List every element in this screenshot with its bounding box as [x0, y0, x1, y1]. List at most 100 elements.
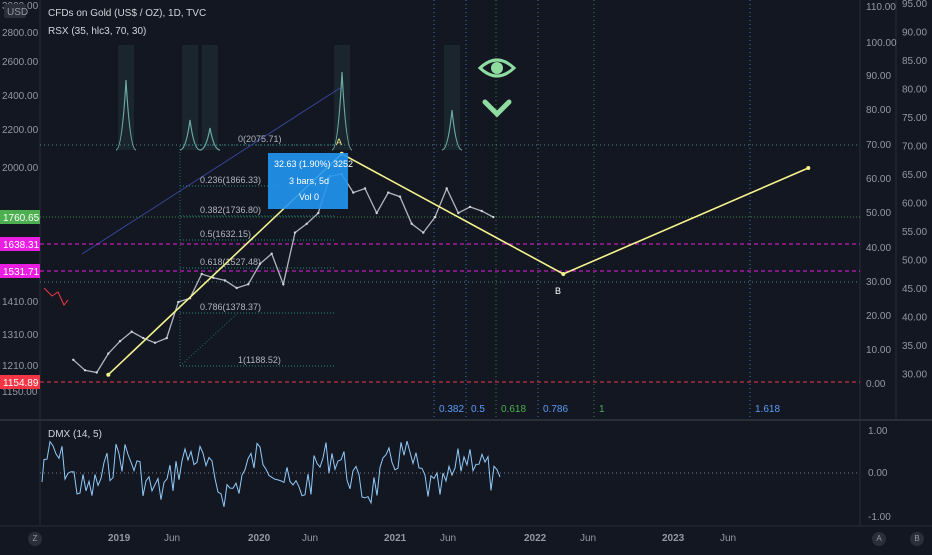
- price-point: [165, 336, 168, 340]
- price-point: [410, 222, 413, 225]
- price-point: [422, 231, 425, 234]
- rsx-outer-axis-tick: 95.00: [902, 0, 927, 10]
- price-axis-tick: 2200.00: [2, 125, 39, 136]
- fib-time-label: 0.618: [501, 404, 526, 415]
- price-point: [352, 191, 355, 194]
- price-point: [398, 195, 402, 198]
- price-point: [83, 369, 87, 372]
- price-point: [492, 215, 495, 219]
- price-badge-label: 1760.65: [3, 213, 40, 224]
- rsx-axis-tick: 50.00: [866, 208, 891, 219]
- time-axis-tick: 2020: [248, 533, 271, 544]
- fib-time-label: 1.618: [755, 404, 780, 415]
- fib-level-label: 0.382(1736.80): [200, 205, 261, 215]
- price-point: [235, 286, 238, 290]
- rsx-outer-axis-tick: 90.00: [902, 28, 927, 39]
- price-point: [457, 211, 460, 215]
- rsx-axis-tick: 100.00: [866, 38, 897, 49]
- rsx-axis-tick: 110.00: [866, 2, 896, 13]
- rsx-axis-tick: 0.00: [866, 379, 886, 390]
- rsx-axis-tick: 40.00: [866, 243, 891, 254]
- price-point: [445, 187, 448, 190]
- corner-button-b[interactable]: B: [910, 532, 924, 546]
- price-axis-tick: 1310.00: [2, 330, 39, 341]
- time-axis-tick: 2023: [662, 533, 685, 544]
- fib-time-label: 1: [599, 404, 605, 415]
- currency-badge-label: USD: [7, 7, 28, 18]
- projection-point: [106, 372, 111, 377]
- rsx-outer-axis-tick: 50.00: [902, 256, 927, 267]
- price-point: [480, 209, 483, 213]
- rsx-outer-axis-tick: 45.00: [902, 284, 927, 295]
- price-badge-label: 1531.71: [3, 267, 40, 278]
- rsx-axis-tick: 90.00: [866, 71, 891, 82]
- price-axis-tick: 1210.00: [2, 361, 39, 372]
- price-axis-tick: 2400.00: [2, 91, 39, 102]
- price-point: [258, 262, 262, 265]
- price-point: [118, 340, 122, 343]
- rsx-axis-tick: 60.00: [866, 174, 891, 185]
- price-point: [317, 211, 320, 215]
- rsx-outer-axis-tick: 60.00: [902, 199, 927, 210]
- symbol-title: CFDs on Gold (US$ / OZ), 1D, TVC: [48, 8, 206, 19]
- price-point: [270, 252, 273, 255]
- chart-area[interactable]: 0(2075.71) 0.236(1866.33) 0.382(1736.80) 0.…: [0, 0, 932, 550]
- fib-time-label: 0.382: [439, 404, 464, 415]
- fib-time-label: 0.786: [543, 404, 568, 415]
- tooltip-line1: 32.63 (1.90%) 3252: [274, 159, 353, 169]
- rsx-axis-tick: 80.00: [866, 105, 891, 116]
- background: [0, 0, 932, 550]
- price-axis-tick: 2800.00: [2, 28, 39, 39]
- rsx-axis-tick: 70.00: [866, 140, 891, 151]
- time-axis-tick: Jun: [580, 533, 596, 544]
- price-point: [282, 283, 285, 286]
- indicator-dmx-label[interactable]: DMX (14, 5): [48, 429, 102, 440]
- price-point: [153, 341, 157, 344]
- time-axis-tick: 2021: [384, 533, 407, 544]
- time-axis-tick: 2022: [524, 533, 547, 544]
- tooltip-line3: Vol 0: [299, 192, 319, 202]
- price-point: [468, 205, 472, 209]
- price-point: [95, 371, 98, 374]
- corner-button-a[interactable]: A: [872, 532, 886, 546]
- price-point: [363, 187, 367, 190]
- rsx-axis-tick: 10.00: [866, 345, 891, 356]
- rsx-outer-axis-tick: 75.00: [902, 113, 927, 124]
- time-axis-tick: Jun: [302, 533, 318, 544]
- wave-label-b: B: [555, 286, 561, 296]
- dmx-axis-tick: 0.00: [868, 468, 888, 479]
- rsx-zone: [118, 45, 134, 150]
- rsx-outer-axis-tick: 55.00: [902, 227, 927, 238]
- rsx-outer-axis-tick: 65.00: [902, 170, 927, 181]
- time-axis-tick: Jun: [440, 533, 456, 544]
- corner-button-z[interactable]: Z: [28, 532, 42, 546]
- time-axis-tick: Jun: [720, 533, 736, 544]
- dmx-axis-tick: -1.00: [868, 512, 891, 523]
- rsx-axis-tick: 20.00: [866, 311, 891, 322]
- time-axis-tick: 2019: [108, 533, 131, 544]
- rsx-zone: [202, 45, 218, 150]
- rsx-outer-axis-tick: 40.00: [902, 313, 927, 324]
- price-point: [293, 231, 297, 234]
- time-axis-tick: Jun: [164, 533, 180, 544]
- fib-level-label: 0(2075.71): [238, 134, 282, 144]
- projection-point: [561, 272, 566, 276]
- tooltip-line2: 3 bars, 5d: [289, 176, 329, 186]
- chart-svg[interactable]: 0(2075.71) 0.236(1866.33) 0.382(1736.80) 0.…: [0, 0, 932, 550]
- price-axis-tick: 2600.00: [2, 57, 39, 68]
- indicator-rsx-label[interactable]: RSX (35, hlc3, 70, 30): [48, 26, 146, 37]
- price-point: [247, 283, 250, 286]
- rsx-zone: [182, 45, 198, 150]
- rsx-outer-axis-tick: 70.00: [902, 142, 927, 153]
- rsx-zone: [444, 45, 460, 150]
- fib-level-label: 0.236(1866.33): [200, 175, 261, 185]
- price-point: [223, 279, 227, 282]
- wave-label-a: A: [336, 137, 342, 147]
- fib-time-label: 0.5: [471, 404, 485, 415]
- price-point: [130, 330, 133, 333]
- fib-level-label: 0.786(1378.37): [200, 302, 261, 312]
- fib-level-label: 0.5(1632.15): [200, 229, 251, 239]
- price-point: [305, 222, 308, 225]
- rsx-outer-axis-tick: 80.00: [902, 85, 927, 96]
- projection-point: [806, 166, 811, 170]
